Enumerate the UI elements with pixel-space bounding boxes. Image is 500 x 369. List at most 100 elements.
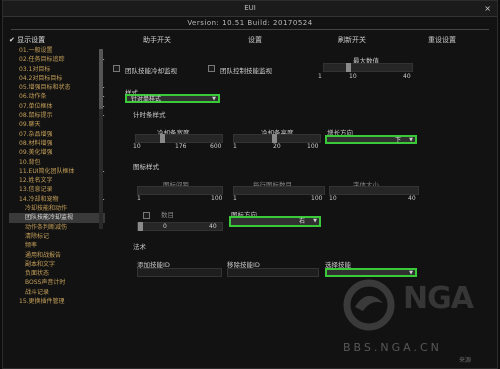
raid-cc-label: 团队控制技能监视 — [220, 67, 272, 75]
sidebar-item[interactable]: 01.一般设置 — [9, 46, 105, 55]
sidebar-item[interactable]: 05.增强目标和状态+ — [9, 83, 105, 92]
bar-height-min: 1 — [233, 143, 237, 150]
chevron-down-icon: ▼ — [409, 270, 413, 276]
sidebar-item-label: 13.信息记录 — [19, 186, 53, 194]
max-value-slider[interactable] — [323, 63, 413, 72]
sidebar-item[interactable]: 07.单位框体+ — [9, 102, 105, 111]
bar-width-slider[interactable] — [135, 134, 223, 143]
font-size-slider[interactable] — [329, 186, 419, 195]
sidebar-item[interactable]: 09.聊天 — [9, 120, 105, 129]
icons-per-row-min: 1 — [233, 195, 237, 202]
remove-spell-input[interactable] — [227, 268, 319, 277]
slider-knob[interactable] — [346, 63, 351, 72]
style-dropdown[interactable]: 针对单样式 ▼ — [125, 94, 220, 103]
slider-knob[interactable] — [272, 134, 277, 143]
grow-direction-dropdown[interactable]: 下 ▼ — [325, 135, 417, 144]
sidebar-item[interactable]: 02.任务目标追踪+ — [9, 55, 105, 64]
settings-window: EUI × Version: 10.51 Build: 20170524 ✔ 显… — [2, 0, 498, 369]
slider-knob[interactable] — [160, 134, 165, 143]
sidebar-item[interactable]: 副本和文字 — [9, 260, 105, 269]
sidebar-item[interactable]: 13.信息记录 — [9, 185, 105, 194]
sidebar-item[interactable]: 负面状态 — [9, 269, 105, 278]
sidebar-item[interactable]: 06.动作条+ — [9, 92, 105, 101]
bar-style-heading: 计时条样式 — [133, 111, 166, 119]
nga-logo-icon — [343, 279, 395, 331]
sidebar-item-label: 02.任务目标追踪 — [19, 56, 65, 64]
sidebar-item-label: BOSS声音计时 — [25, 279, 66, 287]
bar-width-min: 10 — [133, 143, 141, 150]
sidebar: ✔ 显示设置 01.一般设置02.任务目标追踪+03.1对目标04.2对目标目标… — [9, 35, 105, 365]
sidebar-item-label: 通用和战报告 — [25, 251, 62, 259]
sidebar-item-label: 团队技能冷却监视 — [25, 214, 74, 222]
sidebar-item-label: 14.冷却和宠物 — [19, 195, 59, 203]
sidebar-item[interactable]: 08.鼠标提示+ — [9, 111, 105, 120]
spells-heading: 法术 — [133, 243, 146, 251]
icons-per-row-max: 100 — [311, 195, 323, 202]
sidebar-item[interactable]: 动作条判断减伤 — [9, 223, 105, 232]
sidebar-item[interactable]: 15.更换插件管理 — [9, 297, 105, 306]
slider-knob[interactable] — [138, 222, 143, 231]
tab-settings[interactable]: 设置 — [248, 35, 262, 45]
sidebar-item[interactable]: 12.姓名文字 — [9, 176, 105, 185]
sidebar-item[interactable]: 清除标记 — [9, 232, 105, 241]
sidebar-item[interactable]: 08.材料增强 — [9, 139, 105, 148]
title-bar: EUI × — [3, 1, 497, 17]
sidebar-item-label: 15.更换插件管理 — [19, 298, 65, 306]
sidebar-item[interactable]: 通用和战报告 — [9, 251, 105, 260]
chevron-down-icon: ▼ — [313, 218, 317, 224]
sidebar-scrollbar[interactable] — [99, 49, 103, 229]
count-max: 40 — [209, 223, 217, 230]
sidebar-item-label: 07.单位框体 — [19, 102, 53, 110]
tab-reset[interactable]: 重设设置 — [428, 35, 456, 45]
sidebar-list: 01.一般设置02.任务目标追踪+03.1对目标04.2对目标目标05.增强目标… — [9, 46, 105, 306]
sidebar-item[interactable]: 战斗记录 — [9, 288, 105, 297]
icon-style-heading: 图标样式 — [133, 163, 159, 171]
icon-spacing-slider[interactable] — [137, 186, 223, 195]
grow-direction-value: 下 — [394, 137, 401, 144]
window-title: EUI — [244, 4, 256, 12]
sidebar-item[interactable]: 03.1对目标 — [9, 65, 105, 74]
sidebar-item-label: 负面状态 — [25, 270, 50, 278]
sidebar-item-label: 11.EUI简化团队框体 — [19, 167, 75, 175]
icon-direction-dropdown[interactable]: 右 ▼ — [229, 216, 321, 227]
raid-cooldown-checkbox[interactable] — [113, 65, 120, 72]
tab-refresh[interactable]: 刷新开关 — [338, 35, 366, 45]
count-label: 数目 — [161, 211, 174, 219]
sidebar-item[interactable]: 团队技能冷却监视 — [9, 213, 105, 223]
close-icon[interactable]: × — [484, 1, 491, 16]
sidebar-item-label: 10.背包 — [19, 158, 41, 166]
sidebar-item-label: 04.2对目标目标 — [19, 74, 63, 82]
sidebar-item[interactable]: 11.EUI简化团队框体+ — [9, 167, 105, 176]
max-max-value: 40 — [403, 73, 411, 80]
count-value: 0 — [163, 223, 167, 230]
add-spell-input[interactable] — [137, 268, 222, 277]
sidebar-item[interactable]: 04.2对目标目标 — [9, 74, 105, 83]
sidebar-item-label: 09.聊天 — [19, 121, 41, 129]
tab-helper-toggle[interactable]: 助手开关 — [143, 35, 171, 45]
checkmark-icon: ✔ — [9, 36, 15, 44]
sidebar-item[interactable]: BOSS声音计时 — [9, 278, 105, 287]
icons-per-row-slider[interactable] — [233, 186, 325, 195]
sidebar-item[interactable]: 09.美化增强 — [9, 148, 105, 157]
bar-height-slider[interactable] — [233, 134, 321, 143]
version-label: Version: 10.51 Build: 20170524 — [187, 19, 313, 27]
scrollbar-thumb[interactable] — [99, 49, 103, 109]
raid-cooldown-label: 团队技能冷却监视 — [125, 67, 177, 75]
style-dropdown-value: 针对单样式 — [131, 96, 162, 103]
sidebar-item-label: 12.姓名文字 — [19, 177, 53, 185]
sidebar-item[interactable]: 14.冷却和宠物+ — [9, 195, 105, 204]
icon-spacing-min: 1 — [137, 195, 141, 202]
count-checkbox[interactable] — [143, 212, 150, 219]
sidebar-item[interactable]: 频率 — [9, 241, 105, 250]
choose-spell-dropdown[interactable]: ▼ — [325, 268, 417, 277]
bar-width-value: 176 — [175, 143, 187, 150]
sidebar-item[interactable]: 10.背包 — [9, 158, 105, 167]
font-size-min: 10 — [329, 195, 337, 202]
sidebar-item-label: 频率 — [25, 242, 38, 250]
raid-cc-checkbox[interactable] — [208, 65, 215, 72]
sidebar-header[interactable]: ✔ 显示设置 — [9, 35, 105, 46]
font-size-max: 40 — [408, 195, 416, 202]
sidebar-item[interactable]: 冷却技能和动作 — [9, 204, 105, 213]
sidebar-item-label: 副本和文字 — [25, 260, 56, 268]
sidebar-item[interactable]: 07.杂品增强 — [9, 130, 105, 139]
